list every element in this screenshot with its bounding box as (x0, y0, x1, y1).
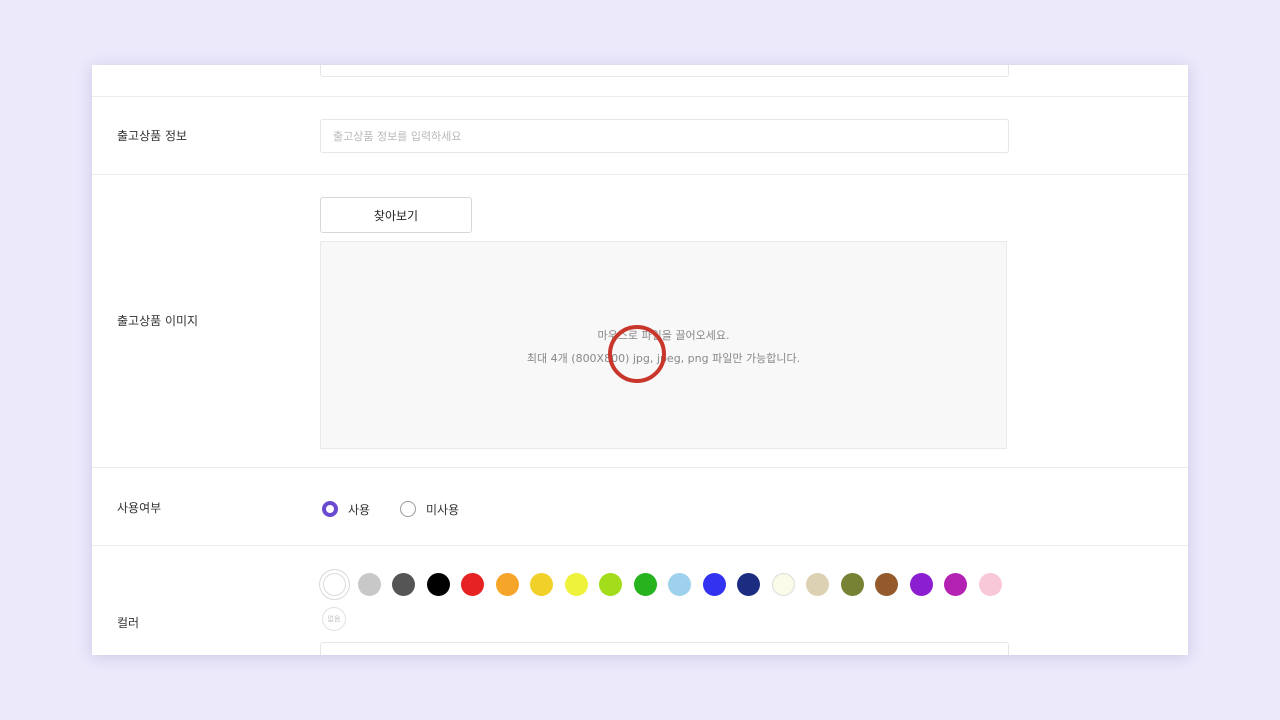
radio-use[interactable]: 사용 (322, 499, 370, 519)
dropzone-limits: 최대 4개 (800X800) jpg, jpeg, png 파일만 가능합니다… (526, 352, 801, 365)
color-swatch-olive[interactable] (840, 573, 864, 596)
color-swatch-sky-blue[interactable] (668, 573, 691, 596)
color-swatch-yellow[interactable] (564, 573, 588, 596)
color-swatch-red[interactable] (461, 573, 484, 596)
color-swatch-magenta[interactable] (944, 573, 967, 596)
form-panel: 출고상품 정보 출고상품 이미지 찾아보기 마우스로 파일을 끌어오세요. 최대… (92, 65, 1188, 655)
color-swatch-beige[interactable] (806, 573, 829, 596)
color-name-field[interactable] (320, 642, 1009, 655)
usage-label: 사용여부 (117, 501, 162, 515)
info-label: 출고상품 정보 (117, 129, 188, 143)
file-dropzone[interactable]: 마우스로 파일을 끌어오세요. 최대 4개 (800X800) jpg, jpe… (320, 241, 1007, 449)
radio-unused-icon[interactable] (400, 501, 416, 517)
radio-unused[interactable]: 미사용 (400, 499, 459, 519)
radio-use-label: 사용 (348, 502, 371, 517)
browse-button[interactable]: 찾아보기 (320, 197, 472, 233)
color-swatch-pink[interactable] (978, 573, 1002, 596)
color-swatch-white[interactable] (323, 573, 346, 596)
color-swatch-black[interactable] (426, 573, 450, 596)
row-divider (92, 174, 1188, 175)
color-swatch-light-gray[interactable] (357, 573, 381, 596)
image-label: 출고상품 이미지 (117, 314, 199, 328)
color-swatch-dark-gray[interactable] (392, 573, 415, 596)
color-swatch-purple[interactable] (909, 573, 933, 596)
dropzone-instruction: 마우스로 파일을 끌어오세요. (597, 329, 730, 342)
color-swatch-ivory[interactable] (771, 573, 795, 596)
info-input[interactable] (320, 119, 1009, 153)
color-swatch-orange[interactable] (495, 573, 519, 596)
color-swatch-lime[interactable] (599, 573, 622, 596)
color-swatch-green[interactable] (633, 573, 657, 596)
color-swatch-navy[interactable] (737, 573, 760, 596)
top-field[interactable] (320, 65, 1009, 77)
row-divider (92, 545, 1188, 546)
row-divider (92, 96, 1188, 97)
no-color-chip[interactable]: 없음 (322, 607, 346, 631)
radio-unused-label: 미사용 (426, 502, 460, 517)
color-swatch-blue[interactable] (702, 573, 726, 596)
radio-use-icon[interactable] (322, 501, 338, 517)
color-swatch-brown[interactable] (875, 573, 898, 596)
row-divider (92, 467, 1188, 468)
color-swatch-gold[interactable] (530, 573, 553, 596)
color-label: 컬러 (117, 616, 140, 630)
